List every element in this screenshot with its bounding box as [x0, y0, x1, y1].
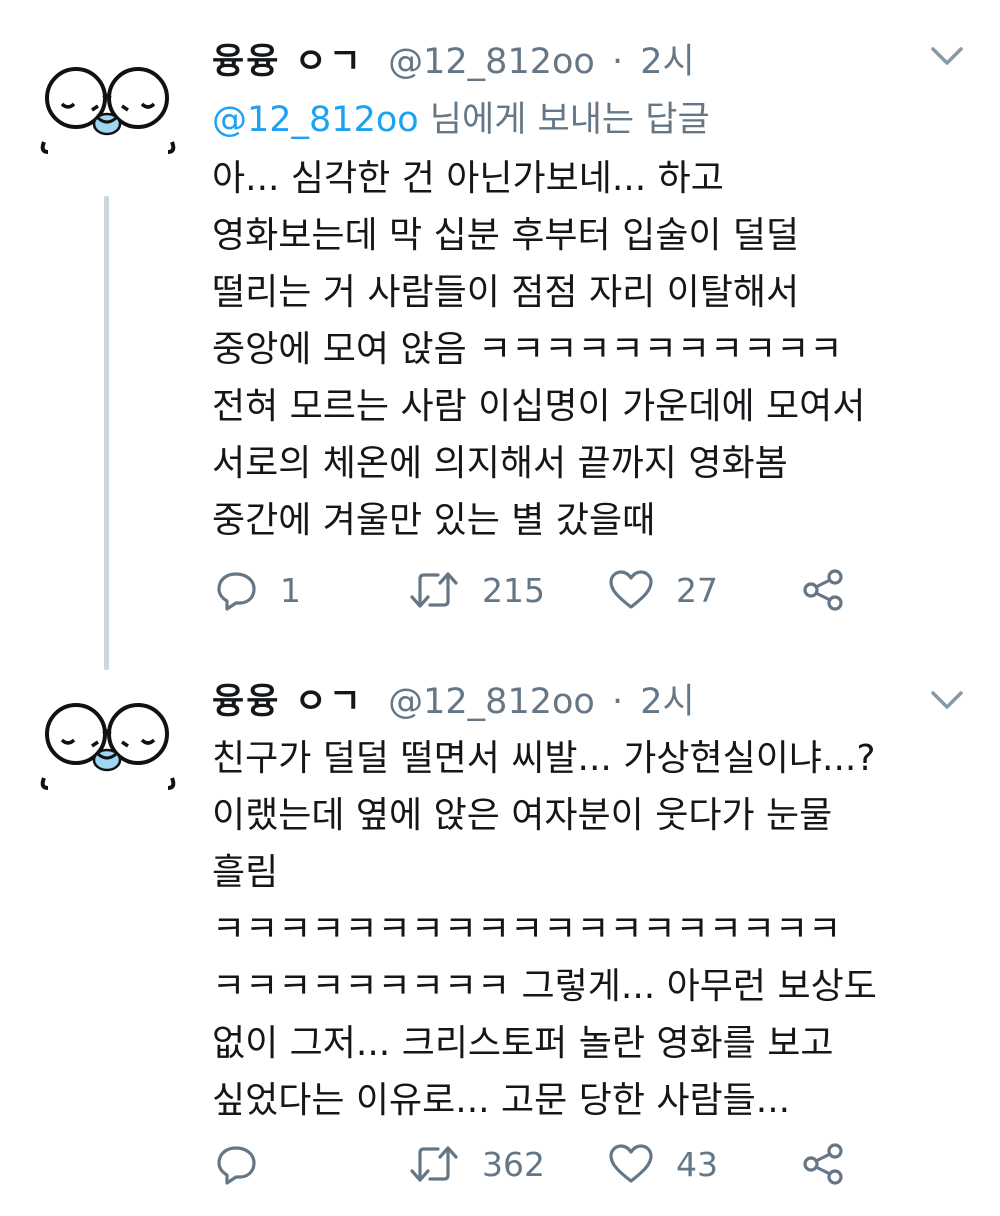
- like-button[interactable]: 43: [608, 1134, 718, 1194]
- tweet-text: 아... 심각한 건 아닌가보네... 하고 영화보는데 막 십분 후부터 입술…: [212, 158, 866, 541]
- thread-line: [104, 196, 109, 670]
- avatar[interactable]: [38, 66, 178, 156]
- retweet-count: 215: [482, 570, 545, 610]
- display-name[interactable]: 융융 ㅇㄱ: [212, 42, 363, 82]
- separator: ·: [611, 682, 624, 722]
- retweet-icon: [410, 572, 458, 608]
- tweet-header: 융융 ㅇㄱ @12_812oo · 2시: [212, 34, 950, 90]
- share-icon: [803, 1143, 843, 1185]
- like-count: 43: [676, 1144, 718, 1184]
- tweet-actions: 362 43: [212, 1134, 952, 1194]
- glasses-face-avatar: [40, 703, 176, 790]
- glasses-face-avatar: [40, 67, 176, 154]
- reply-context: @12_812oo 님에게 보내는 답글: [212, 90, 950, 150]
- heart-icon: [609, 570, 653, 609]
- heart-icon: [609, 1144, 653, 1183]
- reply-count: 1: [280, 570, 301, 610]
- reply-context-suffix: 님에게 보내는 답글: [418, 100, 710, 140]
- reply-bubble-icon: [217, 572, 256, 611]
- separator: ·: [611, 42, 624, 82]
- reply-bubble-icon: [217, 1146, 256, 1185]
- like-count: 27: [676, 570, 718, 610]
- reply-button[interactable]: [216, 1134, 280, 1194]
- tweet-content: 융융 ㅇㄱ @12_812oo · 2시 @12_812oo 님에게 보내는 답…: [212, 34, 950, 549]
- tweet-header: 융융 ㅇㄱ @12_812oo · 2시: [212, 674, 950, 730]
- tweet-content: 융융 ㅇㄱ @12_812oo · 2시 친구가 덜덜 떨면서 씨발... 가상…: [212, 674, 950, 1129]
- avatar[interactable]: [38, 702, 178, 792]
- retweet-button[interactable]: 215: [408, 560, 545, 620]
- user-handle[interactable]: @12_812oo: [388, 42, 595, 82]
- share-button[interactable]: [802, 560, 846, 620]
- tweet-actions: 1 215 27: [212, 560, 952, 620]
- display-name[interactable]: 융융 ㅇㄱ: [212, 682, 363, 722]
- timestamp[interactable]: 2시: [640, 682, 694, 722]
- reply-mention-link[interactable]: @12_812oo: [212, 100, 419, 140]
- user-handle[interactable]: @12_812oo: [388, 682, 595, 722]
- tweet-2[interactable]: 융융 ㅇㄱ @12_812oo · 2시 친구가 덜덜 떨면서 씨발... 가상…: [0, 660, 1000, 1216]
- tweet-text: 친구가 덜덜 떨면서 씨발... 가상현실이냐...? 이랬는데 옆에 앉은 여…: [212, 738, 877, 1121]
- like-button[interactable]: 27: [608, 560, 718, 620]
- retweet-button[interactable]: 362: [408, 1134, 545, 1194]
- timestamp[interactable]: 2시: [640, 42, 694, 82]
- share-button[interactable]: [802, 1134, 846, 1194]
- tweet-1[interactable]: 융융 ㅇㄱ @12_812oo · 2시 @12_812oo 님에게 보내는 답…: [0, 0, 1000, 670]
- retweet-icon: [410, 1146, 458, 1182]
- reply-button[interactable]: 1: [216, 560, 301, 620]
- retweet-count: 362: [482, 1144, 545, 1184]
- share-icon: [803, 569, 843, 611]
